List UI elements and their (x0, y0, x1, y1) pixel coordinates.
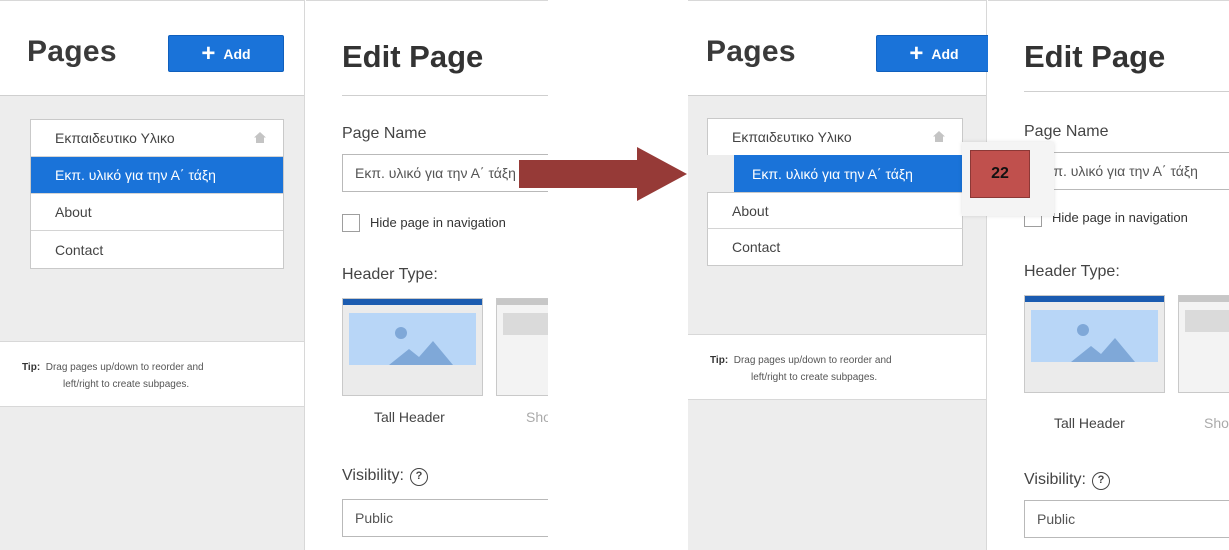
page-name-label: Page Name (1024, 123, 1109, 140)
tall-header-caption: Tall Header (374, 409, 445, 425)
page-item-label: Εκπαιδευτικο Υλικο (55, 130, 175, 146)
page-list: Εκπαιδευτικο Υλικο Εκπ. υλικό για την Α΄… (30, 119, 284, 269)
edit-page-title: Edit Page (1024, 39, 1166, 74)
visibility-label: Visibility:? (1024, 471, 1110, 490)
page-item-label: Εκπ. υλικό για την Α΄ τάξη (55, 167, 216, 183)
page-item[interactable]: About (31, 194, 283, 231)
tall-header-caption: Tall Header (1054, 415, 1125, 431)
thumb-topbar (497, 299, 548, 305)
pages-sidebar: Pages + Add Εκπαιδευτικο Υλικο Εκπ. υλικ… (688, 0, 992, 550)
tip-text-2: left/right to create subpages. (751, 372, 878, 383)
tall-header-option[interactable] (342, 298, 483, 396)
tip-text-1: Drag pages up/down to reorder and (733, 355, 892, 366)
hide-page-checkbox[interactable] (342, 214, 360, 232)
page-item[interactable]: Εκπαιδευτικο Υλικο (707, 118, 963, 155)
page-name-label: Page Name (342, 125, 427, 142)
image-placeholder-icon (1031, 310, 1158, 362)
tip-text-2: left/right to create subpages. (63, 379, 190, 390)
page-item-label: About (732, 202, 769, 219)
add-page-button[interactable]: + Add (168, 35, 284, 72)
sidebar-title: Pages (706, 35, 796, 68)
help-icon[interactable]: ? (1091, 472, 1110, 490)
tip-box: Tip: Drag pages up/down to reorder and l… (688, 334, 986, 400)
image-placeholder-icon (349, 313, 476, 365)
home-icon (254, 132, 266, 143)
page-item[interactable]: Εκπαιδευτικο Υλικο (31, 120, 283, 157)
page-name-input[interactable]: Εκπ. υλικό για την Α΄ τάξη (342, 154, 548, 192)
edit-page-panel: Edit Page Page Name Εκπ. υλικό για την Α… (306, 0, 548, 550)
page-item-label: Contact (732, 239, 781, 255)
page-item-label: Εκπ. υλικό για την Α΄ τάξη (752, 165, 913, 182)
tall-header-option[interactable] (1024, 295, 1165, 393)
header-type-label: Header Type: (342, 266, 438, 283)
screenshot-after: Pages + Add Εκπαιδευτικο Υλικο Εκπ. υλικ… (688, 0, 1229, 550)
thumb-topbar (1179, 296, 1229, 302)
page-item-subpage[interactable]: Εκπ. υλικό για την Α΄ τάξη (734, 155, 963, 192)
sidebar-title: Pages (27, 35, 117, 68)
visibility-select[interactable]: Public (1024, 500, 1229, 538)
visibility-select[interactable]: Public (342, 499, 548, 537)
short-header-option[interactable] (496, 298, 548, 396)
step-badge: 22 (970, 150, 1030, 198)
add-button-label: Add (223, 45, 251, 62)
thumb-topbar (343, 299, 482, 305)
add-page-button[interactable]: + Add (876, 35, 992, 72)
page-item-label: Εκπαιδευτικο Υλικο (732, 129, 852, 145)
sidebar-header: Pages + Add (0, 1, 304, 96)
short-hero-shape (503, 313, 548, 335)
page-item-label: About (55, 204, 92, 220)
tip-box: Tip: Drag pages up/down to reorder and l… (0, 341, 304, 407)
sidebar-header: Pages + Add (688, 1, 992, 96)
page-item[interactable]: Contact (707, 229, 963, 266)
tip-text-1: Drag pages up/down to reorder and (45, 362, 204, 373)
page-item[interactable]: Εκπ. υλικό για την Α΄ τάξη (31, 157, 283, 194)
page-name-input[interactable]: Εκπ. υλικό για την Α΄ τάξη (1024, 152, 1229, 190)
thumb-topbar (1025, 296, 1164, 302)
page-item[interactable]: About (707, 192, 963, 229)
divider (1024, 91, 1229, 92)
short-header-caption: Short Header (526, 409, 548, 425)
screenshot-before: Pages + Add Εκπαιδευτικο Υλικο Εκπ. υλικ… (0, 0, 548, 550)
hide-page-label: Hide page in navigation (1052, 210, 1188, 225)
add-button-label: Add (931, 45, 959, 62)
page-item-label: Contact (55, 241, 104, 258)
arrow-right (519, 147, 687, 201)
mountain-shape (389, 341, 453, 365)
plus-icon: + (201, 39, 216, 67)
short-header-option[interactable] (1178, 295, 1229, 393)
hide-page-label: Hide page in navigation (370, 215, 506, 230)
divider (342, 95, 548, 96)
tip-label: Tip: (710, 355, 729, 366)
page-item[interactable]: Contact (31, 231, 283, 268)
plus-icon: + (909, 39, 924, 67)
edit-page-title: Edit Page (342, 39, 484, 74)
page-list: Εκπαιδευτικο Υλικο Εκπ. υλικό για την Α΄… (707, 118, 963, 266)
header-type-label: Header Type: (1024, 263, 1120, 280)
help-icon[interactable]: ? (409, 468, 428, 486)
home-icon (933, 131, 945, 142)
edit-page-panel: Edit Page Page Name Εκπ. υλικό για την Α… (988, 0, 1229, 550)
visibility-label: Visibility:? (342, 467, 428, 486)
short-header-caption: Short Header (1204, 415, 1229, 431)
mountain-shape (1071, 338, 1135, 362)
pages-sidebar: Pages + Add Εκπαιδευτικο Υλικο Εκπ. υλικ… (0, 0, 305, 550)
short-hero-shape (1185, 310, 1229, 332)
tip-label: Tip: (22, 362, 41, 373)
visibility-label-text: Visibility: (1024, 471, 1086, 488)
visibility-label-text: Visibility: (342, 467, 404, 484)
